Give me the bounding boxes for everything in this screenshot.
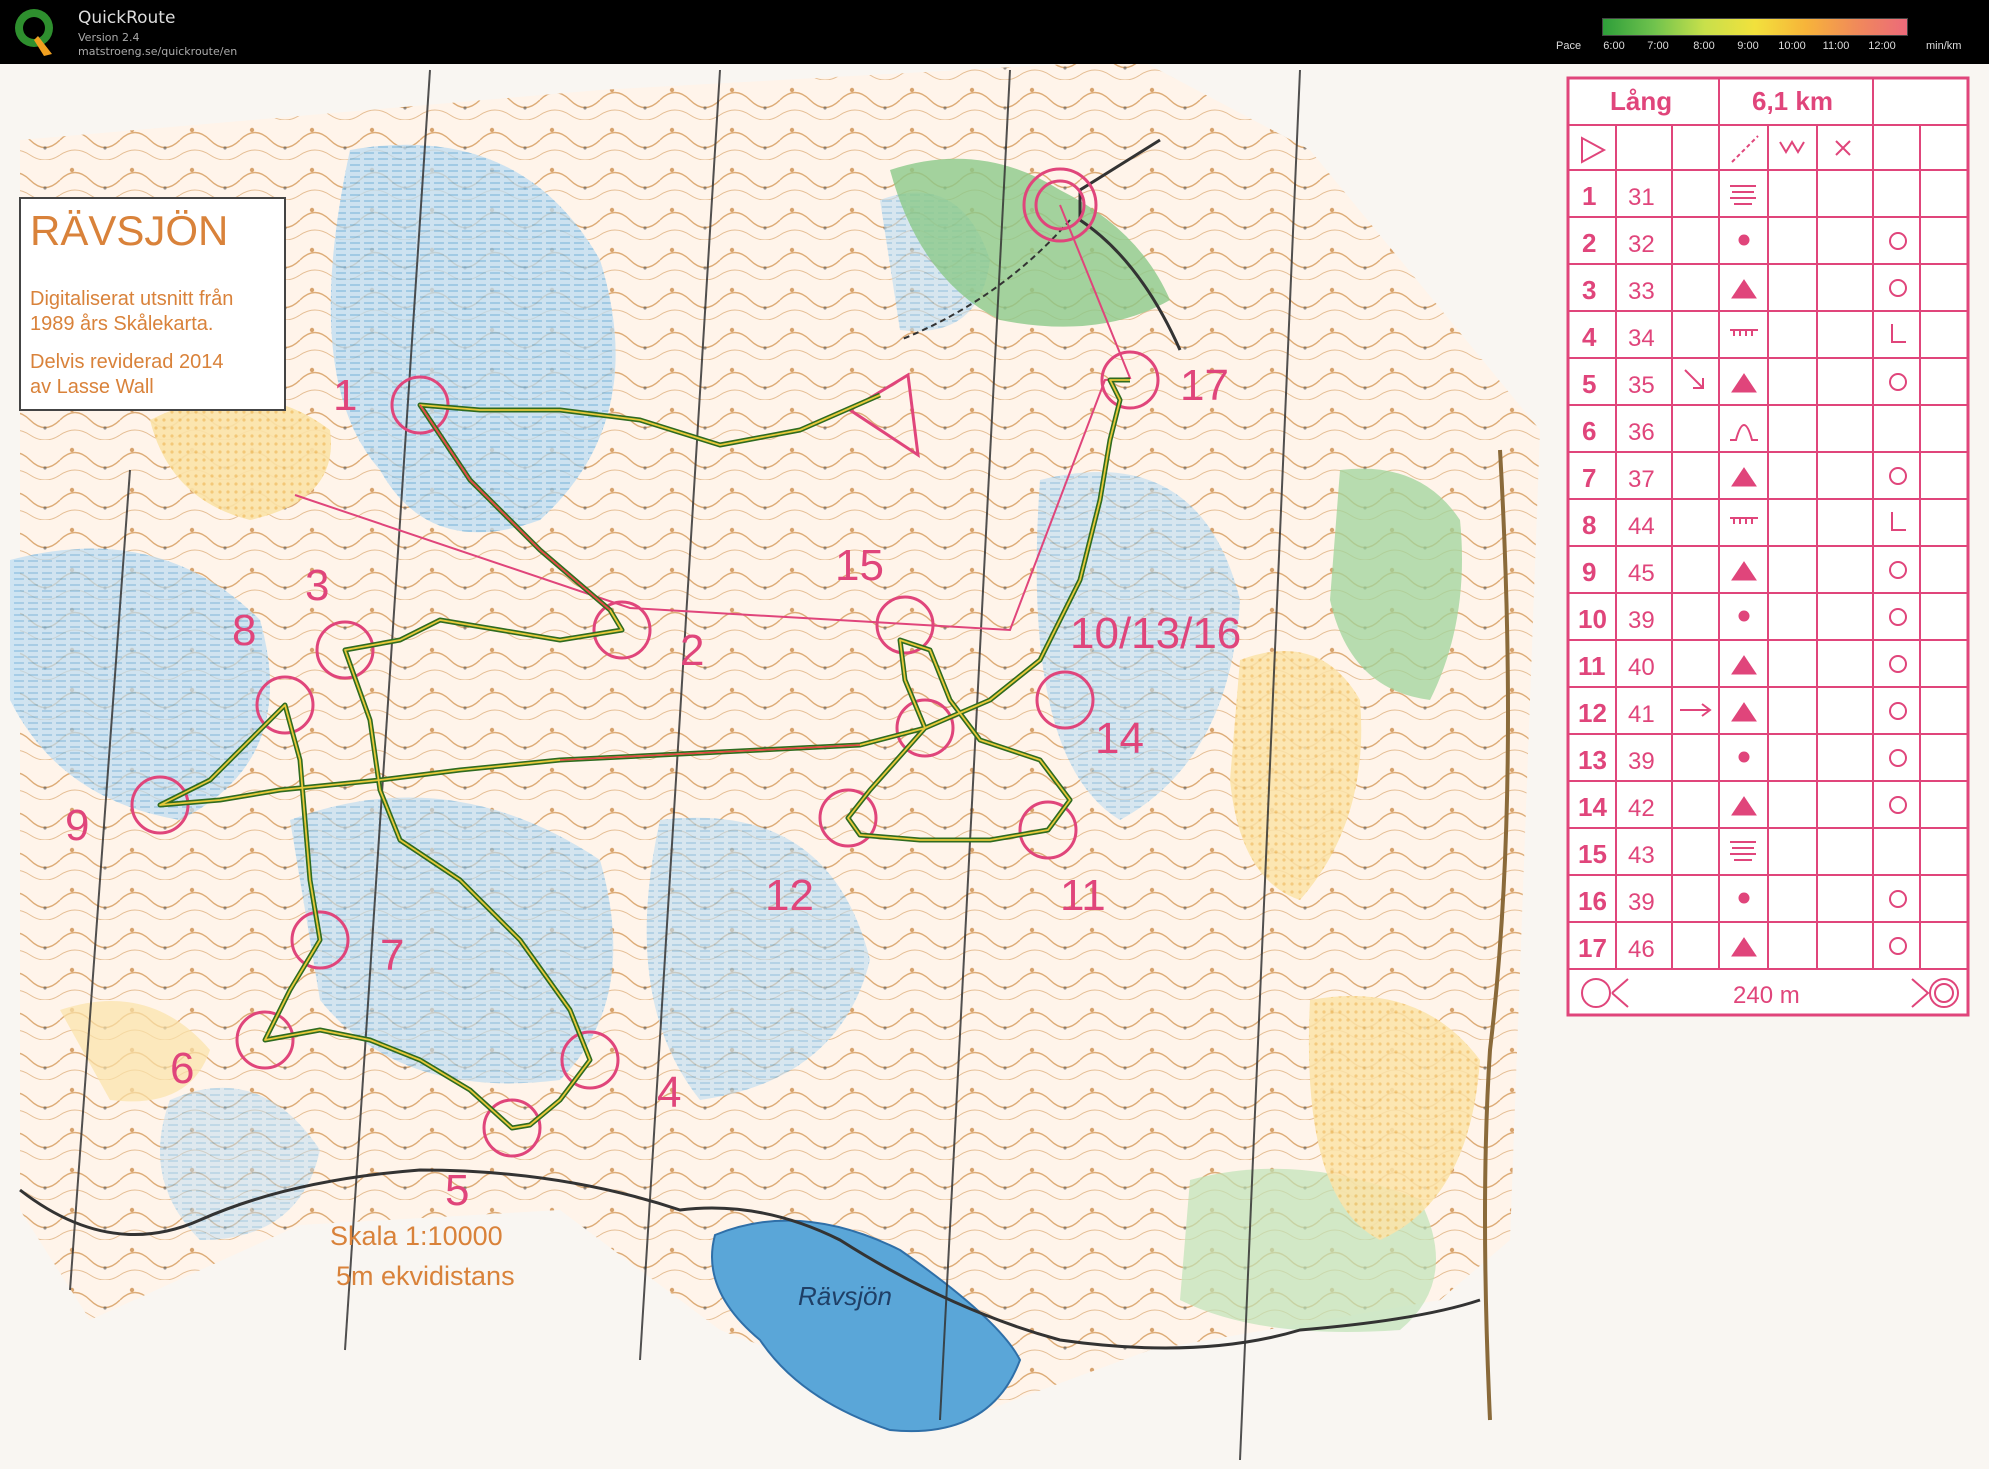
cd-row-number: 15 xyxy=(1578,839,1607,869)
cd-row-code: 42 xyxy=(1628,795,1655,822)
cd-row-number: 9 xyxy=(1582,557,1596,587)
app-url[interactable]: matstroeng.se/quickroute/en xyxy=(78,45,237,58)
pace-tick: 12:00 xyxy=(1868,40,1896,52)
cd-row-code: 44 xyxy=(1628,513,1655,540)
control-number: 5 xyxy=(445,1166,469,1215)
orienteering-map[interactable]: 1 2 3 4 5 6 7 8 9 10/13/16 11 12 14 15 1… xyxy=(0,64,1989,1469)
cd-row-number: 8 xyxy=(1582,510,1596,540)
cd-row-code: 35 xyxy=(1628,372,1655,399)
cd-row-code: 37 xyxy=(1628,466,1655,493)
control-number: 14 xyxy=(1095,714,1144,763)
map-scale: Skala 1:10000 xyxy=(330,1221,503,1251)
cd-row-number: 5 xyxy=(1582,369,1596,399)
cd-row-code: 39 xyxy=(1628,748,1655,775)
map-info-line: 1989 års Skålekarta. xyxy=(30,313,213,335)
cd-row-number: 12 xyxy=(1578,698,1607,728)
control-number: 3 xyxy=(305,561,329,610)
control-description-sheet: Lång 6,1 km 1 31 2 32 3 33 4 34 5 35 6 3… xyxy=(1566,76,1970,1017)
pace-label: Pace xyxy=(1556,40,1582,52)
cd-row-code: 41 xyxy=(1628,701,1655,728)
lake-name: Rävsjön xyxy=(798,1281,892,1311)
cd-row-number: 14 xyxy=(1578,792,1607,822)
cd-row-number: 2 xyxy=(1582,228,1596,258)
pace-tick: 10:00 xyxy=(1778,40,1806,52)
control-number: 8 xyxy=(232,606,256,655)
map-info-line: Digitaliserat utsnitt från xyxy=(30,288,233,310)
quickroute-logo-icon xyxy=(15,9,53,56)
top-bar: QuickRoute Version 2.4 matstroeng.se/qui… xyxy=(0,0,1989,64)
control-number: 17 xyxy=(1180,361,1229,410)
cd-row-code: 39 xyxy=(1628,607,1655,634)
cd-row-number: 13 xyxy=(1578,745,1607,775)
cd-row-number: 1 xyxy=(1582,181,1596,211)
boulder-icon xyxy=(1738,610,1750,622)
control-number: 12 xyxy=(765,871,814,920)
pace-tick: 6:00 xyxy=(1603,40,1625,52)
map-contour-interval: 5m ekvidistans xyxy=(336,1261,515,1291)
cd-row-number: 7 xyxy=(1582,463,1596,493)
course-length: 6,1 km xyxy=(1752,86,1833,116)
cd-row-number: 3 xyxy=(1582,275,1596,305)
cd-row-code: 32 xyxy=(1628,231,1655,258)
course-name: Lång xyxy=(1610,86,1672,116)
pace-tick: 11:00 xyxy=(1822,40,1850,52)
cd-row-number: 6 xyxy=(1582,416,1596,446)
control-number: 1 xyxy=(333,371,357,420)
cd-row-code: 39 xyxy=(1628,889,1655,916)
cd-row-number: 17 xyxy=(1578,933,1607,963)
cd-row-code: 34 xyxy=(1628,325,1655,352)
boulder-icon xyxy=(1738,892,1750,904)
cd-row-code: 43 xyxy=(1628,842,1655,869)
cd-row-number: 10 xyxy=(1578,604,1607,634)
pace-tick: 8:00 xyxy=(1693,40,1715,52)
pace-tick: 9:00 xyxy=(1737,40,1759,52)
control-number: 9 xyxy=(65,801,89,850)
finish-distance: 240 m xyxy=(1733,982,1800,1009)
app-version: Version 2.4 xyxy=(78,31,140,44)
control-number: 7 xyxy=(380,931,404,980)
control-number: 2 xyxy=(680,626,704,675)
cd-row-code: 40 xyxy=(1628,654,1655,681)
cd-row-number: 11 xyxy=(1578,651,1606,681)
cd-row-number: 16 xyxy=(1578,886,1607,916)
control-number: 6 xyxy=(170,1044,194,1093)
pace-color-scale xyxy=(1602,18,1908,36)
control-number: 11 xyxy=(1060,871,1106,920)
cd-row-code: 31 xyxy=(1628,184,1655,211)
cd-row-code: 36 xyxy=(1628,419,1655,446)
control-number: 4 xyxy=(657,1068,681,1117)
cd-row-code: 46 xyxy=(1628,936,1655,963)
boulder-icon xyxy=(1738,751,1750,763)
pace-tick: 7:00 xyxy=(1647,40,1669,52)
boulder-icon xyxy=(1738,234,1750,246)
app-title: QuickRoute xyxy=(78,8,176,28)
control-number: 15 xyxy=(835,541,884,590)
map-info-line: Delvis reviderad 2014 xyxy=(30,351,223,373)
cd-row-number: 4 xyxy=(1582,322,1597,352)
map-title: RÄVSJÖN xyxy=(30,207,228,254)
cd-row-code: 45 xyxy=(1628,560,1655,587)
control-number: 10/13/16 xyxy=(1070,609,1241,658)
cd-row-code: 33 xyxy=(1628,278,1655,305)
pace-unit: min/km xyxy=(1926,40,1962,52)
map-info-line: av Lasse Wall xyxy=(30,376,154,398)
